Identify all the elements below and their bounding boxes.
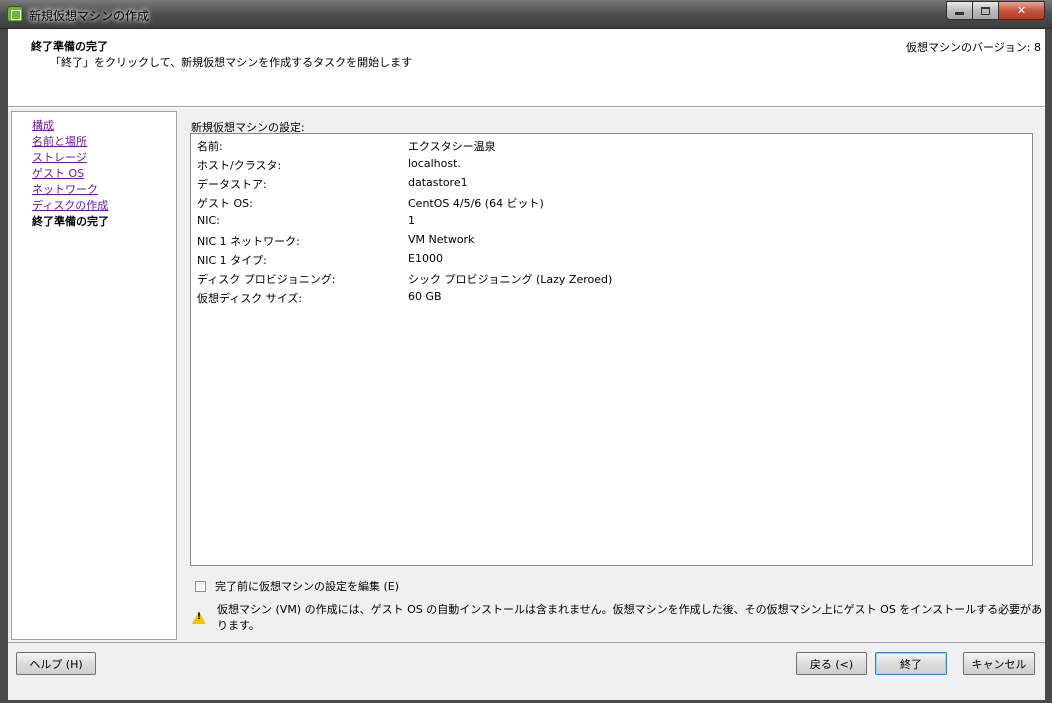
page-subtitle: 「終了」をクリックして、新規仮想マシンを作成するタスクを開始します <box>50 56 413 69</box>
guest-os-warning: 仮想マシン (VM) の作成には、ゲスト OS の自動インストールは含まれません… <box>192 601 1045 633</box>
title-bar[interactable]: 新規仮想マシンの作成 ✕ <box>0 0 1052 29</box>
summary-key: ホスト/クラスタ: <box>197 159 282 172</box>
nav-step-name-location[interactable]: 名前と場所 <box>32 133 87 149</box>
summary-key: NIC 1 ネットワーク: <box>197 235 300 248</box>
summary-key: ゲスト OS: <box>197 197 253 210</box>
summary-value: E1000 <box>408 252 443 265</box>
nav-step-network[interactable]: ネットワーク <box>32 181 98 197</box>
nav-step-config[interactable]: 構成 <box>32 117 54 133</box>
summary-key: ディスク プロビジョニング: <box>197 273 336 286</box>
maximize-button[interactable] <box>973 1 999 20</box>
wizard-body: 構成 名前と場所 ストレージ ゲスト OS ネットワーク ディスクの作成 終了準… <box>8 107 1045 642</box>
window-title: 新規仮想マシンの作成 <box>29 9 150 23</box>
nav-step-ready-to-complete: 終了準備の完了 <box>32 215 109 228</box>
wizard-footer: ヘルプ (H) 戻る (<) 終了 キャンセル <box>8 642 1045 700</box>
window-frame-right <box>1045 29 1052 703</box>
summary-value: シック プロビジョニング (Lazy Zeroed) <box>408 273 613 286</box>
warning-icon <box>192 610 206 624</box>
summary-value: エクスタシー温泉 <box>408 140 496 153</box>
close-icon: ✕ <box>1016 4 1027 17</box>
cancel-button[interactable]: キャンセル <box>963 652 1035 675</box>
maximize-icon <box>981 6 990 15</box>
back-button[interactable]: 戻る (<) <box>796 652 867 675</box>
edit-settings-checkbox[interactable] <box>195 580 206 592</box>
finish-button[interactable]: 終了 <box>875 652 947 675</box>
summary-key: NIC 1 タイプ: <box>197 254 267 267</box>
summary-value: CentOS 4/5/6 (64 ビット) <box>408 197 544 210</box>
wizard-header: 終了準備の完了 「終了」をクリックして、新規仮想マシンを作成するタスクを開始しま… <box>8 29 1045 107</box>
wizard-steps-nav: 構成 名前と場所 ストレージ ゲスト OS ネットワーク ディスクの作成 終了準… <box>11 111 177 640</box>
summary-value: datastore1 <box>408 176 468 189</box>
summary-key: データストア: <box>197 178 267 191</box>
minimize-icon <box>955 12 964 15</box>
summary-value: localhost. <box>408 157 461 170</box>
nav-step-guest-os[interactable]: ゲスト OS <box>32 165 84 181</box>
edit-settings-label: 完了前に仮想マシンの設定を編集 (E) <box>215 580 400 593</box>
help-button[interactable]: ヘルプ (H) <box>16 652 96 675</box>
caption-buttons: ✕ <box>946 1 1045 21</box>
close-button[interactable]: ✕ <box>999 1 1045 20</box>
edit-settings-checkbox-option[interactable]: 完了前に仮想マシンの設定を編集 (E) <box>195 578 399 594</box>
summary-key: 仮想ディスク サイズ: <box>197 292 303 305</box>
summary-key: 名前: <box>197 140 223 153</box>
summary-value: 1 <box>408 214 415 227</box>
vsphere-app-icon <box>7 6 23 22</box>
summary-key: NIC: <box>197 214 220 227</box>
summary-value: VM Network <box>408 233 475 246</box>
page-title: 終了準備の完了 <box>31 40 108 53</box>
window-frame-left <box>0 29 8 703</box>
summary-value: 60 GB <box>408 290 442 303</box>
minimize-button[interactable] <box>946 1 973 20</box>
settings-summary-box[interactable]: 名前: エクスタシー温泉 ホスト/クラスタ: localhost. データストア… <box>190 133 1033 566</box>
nav-step-storage[interactable]: ストレージ <box>32 149 87 165</box>
vm-version-label: 仮想マシンのバージョン: 8 <box>906 41 1041 54</box>
nav-step-create-disk[interactable]: ディスクの作成 <box>32 197 108 213</box>
warning-text: 仮想マシン (VM) の作成には、ゲスト OS の自動インストールは含まれません… <box>217 603 1043 632</box>
